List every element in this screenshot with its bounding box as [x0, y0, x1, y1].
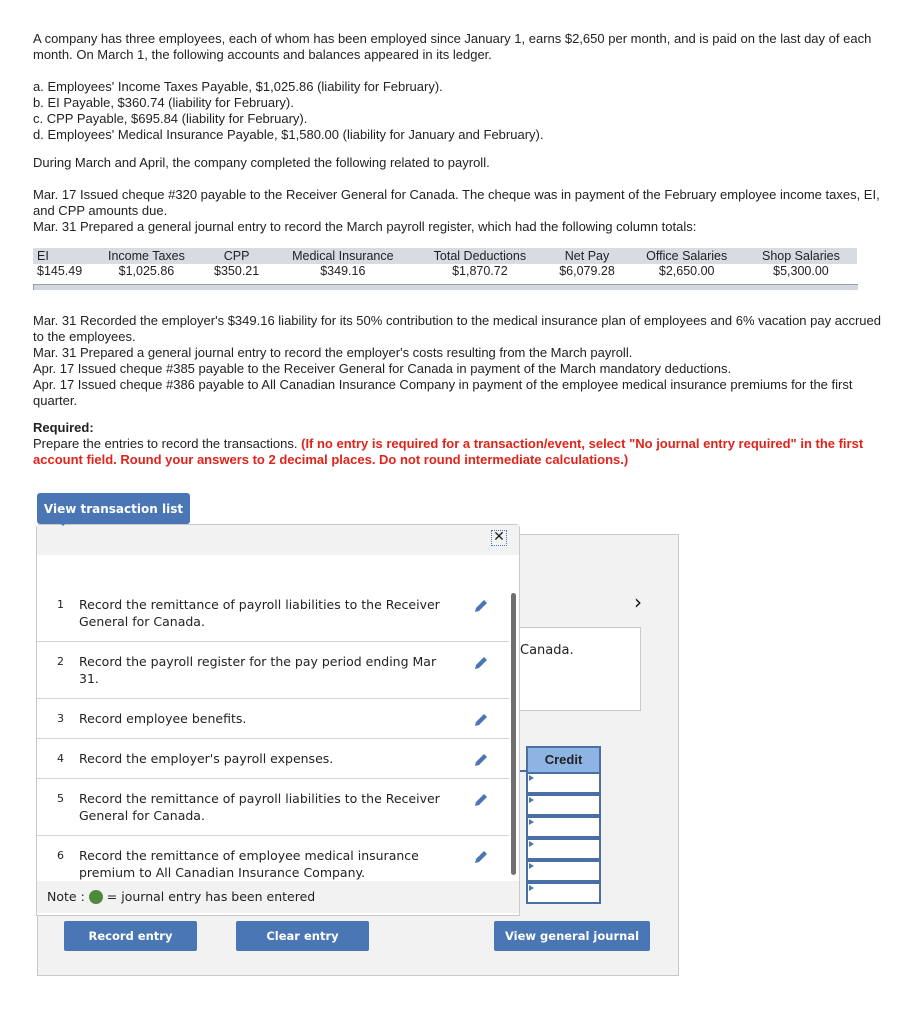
- credit-input[interactable]: [526, 772, 601, 794]
- register-header: CPP: [201, 248, 272, 264]
- register-footer-bar: [33, 284, 858, 290]
- required-text: Prepare the entries to record the transa…: [33, 436, 298, 451]
- pencil-icon[interactable]: [473, 752, 489, 768]
- during-text: During March and April, the company comp…: [33, 155, 883, 171]
- event-item: Apr. 17 Issued cheque #385 payable to th…: [33, 361, 732, 376]
- credit-input[interactable]: [526, 838, 601, 860]
- intro-text: A company has three employees, each of w…: [33, 31, 872, 62]
- event-item: Apr. 17 Issued cheque #386 payable to Al…: [33, 377, 853, 408]
- transaction-item-5[interactable]: 5 Record the remittance of payroll liabi…: [37, 779, 509, 836]
- required-label: Required:: [33, 420, 94, 435]
- transaction-text: Record the remittance of payroll liabili…: [79, 597, 440, 629]
- transaction-number: 2: [57, 655, 64, 668]
- register-value: $350.21: [214, 264, 260, 278]
- transaction-text: Record the remittance of payroll liabili…: [79, 791, 440, 823]
- account-item: a. Employees' Income Taxes Payable, $1,0…: [33, 79, 443, 94]
- problem-intro: A company has three employees, each of w…: [33, 31, 883, 63]
- register-value: $1,870.72: [452, 264, 508, 278]
- pencil-icon[interactable]: [473, 849, 489, 865]
- register-value: $349.16: [320, 264, 366, 278]
- account-item: c. CPP Payable, $695.84 (liability for F…: [33, 111, 308, 126]
- event-item: Mar. 31 Prepared a general journal entry…: [33, 219, 697, 234]
- register-header-row: EI Income Taxes CPP Medical Insurance To…: [33, 248, 857, 264]
- pencil-icon[interactable]: [473, 598, 489, 614]
- events-after-table: Mar. 31 Recorded the employer's $349.16 …: [33, 313, 883, 409]
- pencil-icon[interactable]: [473, 792, 489, 808]
- register-header: Shop Salaries: [744, 248, 857, 264]
- transaction-text: Record the remittance of employee medica…: [79, 848, 419, 880]
- pencil-icon[interactable]: [473, 712, 489, 728]
- clear-entry-button[interactable]: Clear entry: [236, 921, 369, 951]
- transaction-number: 5: [57, 792, 64, 805]
- register-value: $2,650.00: [658, 264, 715, 278]
- transaction-list: 1 Record the remittance of payroll liabi…: [37, 585, 509, 892]
- view-general-journal-button[interactable]: View general journal: [494, 921, 650, 951]
- transaction-text: Record employee benefits.: [79, 711, 247, 726]
- register-value: $5,300.00: [773, 264, 829, 278]
- list-scrollbar[interactable]: [511, 593, 516, 875]
- register-header: Office Salaries: [628, 248, 745, 264]
- credit-input[interactable]: [526, 794, 601, 816]
- payroll-register-table: EI Income Taxes CPP Medical Insurance To…: [33, 248, 857, 279]
- note-suffix: = journal entry has been entered: [106, 889, 316, 904]
- account-balances: a. Employees' Income Taxes Payable, $1,0…: [33, 79, 883, 143]
- event-item: Mar. 31 Prepared a general journal entry…: [33, 345, 633, 360]
- credit-column-header: Credit: [526, 746, 601, 774]
- register-value: $145.49: [37, 264, 83, 278]
- event-item: Mar. 31 Recorded the employer's $349.16 …: [33, 313, 881, 344]
- register-header: EI: [33, 248, 91, 264]
- transaction-text: Record the payroll register for the pay …: [79, 654, 437, 686]
- account-item: b. EI Payable, $360.74 (liability for Fe…: [33, 95, 294, 110]
- credit-input[interactable]: [526, 816, 601, 838]
- register-value: $6,079.28: [559, 264, 615, 278]
- transaction-number: 6: [57, 849, 64, 862]
- during-line: During March and April, the company comp…: [33, 155, 490, 170]
- transaction-item-2[interactable]: 2 Record the payroll register for the pa…: [37, 642, 509, 699]
- transaction-text: Record the employer's payroll expenses.: [79, 751, 334, 766]
- chevron-right-icon[interactable]: ›: [634, 590, 642, 614]
- transaction-item-3[interactable]: 3 Record employee benefits.: [37, 699, 509, 739]
- popup-pointer: [57, 520, 69, 526]
- required-section: Required: Prepare the entries to record …: [33, 420, 883, 468]
- credit-input[interactable]: [526, 860, 601, 882]
- register-value: $1,025.86: [118, 264, 175, 278]
- popup-header: ✕: [37, 525, 519, 555]
- note-prefix: Note :: [47, 889, 85, 904]
- transaction-number: 3: [57, 712, 64, 725]
- transaction-number: 1: [57, 598, 64, 611]
- event-item: Mar. 17 Issued cheque #320 payable to th…: [33, 187, 880, 218]
- transaction-description-box: [512, 627, 641, 711]
- events-before-table: Mar. 17 Issued cheque #320 payable to th…: [33, 187, 883, 235]
- register-header: Net Pay: [545, 248, 629, 264]
- transaction-list-popup: ✕ 1 Record the remittance of payroll lia…: [36, 524, 520, 916]
- transaction-item-4[interactable]: 4 Record the employer's payroll expenses…: [37, 739, 509, 779]
- transaction-number: 4: [57, 752, 64, 765]
- transaction-item-1[interactable]: 1 Record the remittance of payroll liabi…: [37, 585, 509, 642]
- legend-note: Note : = journal entry has been entered: [37, 881, 519, 913]
- transaction-description: Canada.: [520, 643, 574, 658]
- register-header: Income Taxes: [91, 248, 202, 264]
- record-entry-button[interactable]: Record entry: [64, 921, 197, 951]
- entered-indicator-icon: [88, 890, 103, 904]
- close-icon[interactable]: ✕: [491, 530, 507, 546]
- register-value-row: $145.49 $1,025.86 $350.21 $349.16 $1,870…: [33, 264, 857, 279]
- credit-input[interactable]: [526, 882, 601, 904]
- register-header: Medical Insurance: [271, 248, 415, 264]
- pencil-icon[interactable]: [473, 655, 489, 671]
- register-header: Total Deductions: [414, 248, 546, 264]
- account-item: d. Employees' Medical Insurance Payable,…: [33, 127, 544, 142]
